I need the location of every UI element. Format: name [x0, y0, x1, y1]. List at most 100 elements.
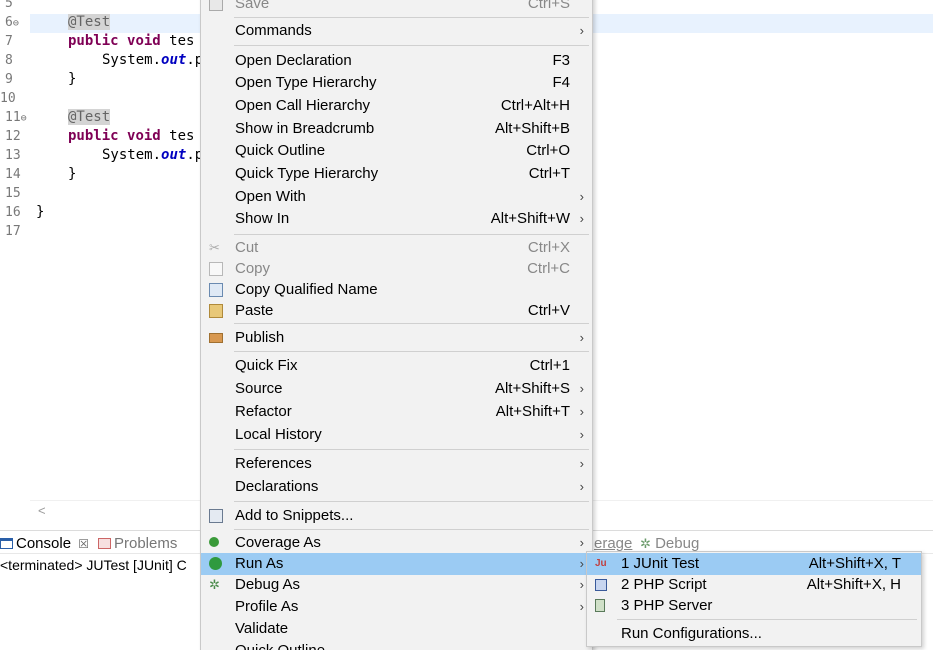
menu-label: 3 PHP Server — [621, 597, 713, 614]
tab-problems[interactable]: Problems — [98, 534, 177, 554]
scissors-icon: ✂ — [209, 240, 220, 255]
menu-item-php-server[interactable]: 3 PHP Server — [587, 595, 921, 617]
menu-item-run-as[interactable]: Run As › — [201, 553, 592, 575]
menu-item-cut[interactable]: ✂ Cut Ctrl+X — [201, 237, 592, 259]
line-number: 17 — [5, 224, 21, 239]
menu-item-save[interactable]: Save Ctrl+S — [201, 0, 592, 15]
submenu-arrow-icon: › — [579, 427, 584, 442]
menu-item-validate[interactable]: Validate — [201, 618, 592, 640]
menu-label: Debug As — [235, 576, 301, 593]
menu-item-source[interactable]: Source Alt+Shift+S › — [201, 378, 592, 400]
submenu-arrow-icon: › — [579, 23, 584, 38]
menu-label: Quick Fix — [235, 357, 298, 374]
tab-label: erage — [594, 535, 633, 552]
fold-icon[interactable]: ⊖ — [21, 113, 27, 124]
menu-item-show-in[interactable]: Show In Alt+Shift+W › — [201, 208, 592, 230]
menu-item-commands[interactable]: Commands › — [201, 20, 592, 42]
submenu-arrow-icon: › — [579, 556, 584, 571]
menu-item-quick-type-hierarchy[interactable]: Quick Type Hierarchy Ctrl+T — [201, 163, 592, 185]
menu-item-open-call-hierarchy[interactable]: Open Call Hierarchy Ctrl+Alt+H — [201, 95, 592, 117]
menu-item-open-type-hierarchy[interactable]: Open Type Hierarchy F4 — [201, 72, 592, 94]
menu-label: Open With — [235, 188, 306, 205]
menu-item-show-in-breadcrumb[interactable]: Show in Breadcrumb Alt+Shift+B — [201, 118, 592, 140]
menu-item-add-to-snippets[interactable]: Add to Snippets... — [201, 505, 592, 527]
menu-accelerator: Alt+Shift+W — [490, 210, 570, 227]
menu-item-declarations[interactable]: Declarations › — [201, 476, 592, 498]
copy-qualified-name-icon — [209, 283, 223, 297]
menu-label: 2 PHP Script — [621, 576, 707, 593]
menu-label: Refactor — [235, 403, 292, 420]
menu-label: Open Call Hierarchy — [235, 97, 371, 114]
submenu-arrow-icon: › — [579, 535, 584, 550]
line-number: 12 — [5, 129, 21, 144]
line-number: 5 — [5, 0, 13, 11]
menu-accelerator: Alt+Shift+S — [494, 380, 570, 397]
context-menu: Save Ctrl+S Commands › Open Declaration … — [200, 0, 593, 650]
menu-accelerator: Ctrl+T — [528, 165, 570, 182]
menu-separator — [234, 45, 589, 46]
menu-accelerator: F4 — [552, 74, 570, 91]
menu-item-references[interactable]: References › — [201, 453, 592, 475]
menu-item-quick-fix[interactable]: Quick Fix Ctrl+1 — [201, 355, 592, 377]
menu-accelerator: Alt+Shift+T — [495, 403, 570, 420]
publish-icon — [209, 333, 223, 343]
menu-accelerator: Ctrl+O — [526, 142, 570, 159]
menu-label: Open Declaration — [235, 52, 352, 69]
tab-label: Problems — [114, 535, 178, 552]
close-icon[interactable]: ☒ — [78, 537, 89, 551]
php-script-icon — [595, 579, 607, 591]
menu-separator — [234, 529, 589, 530]
snippet-icon — [209, 509, 223, 523]
tab-console[interactable]: Console ☒ — [0, 534, 89, 554]
menu-separator — [617, 619, 917, 620]
menu-label: Show in Breadcrumb — [235, 120, 375, 137]
fold-icon[interactable]: ⊖ — [13, 18, 19, 29]
bug-icon: ✲ — [209, 577, 220, 592]
menu-item-paste[interactable]: Paste Ctrl+V — [201, 300, 592, 322]
submenu-arrow-icon: › — [579, 404, 584, 419]
problems-icon — [98, 538, 111, 549]
menu-label: Profile As — [235, 598, 299, 615]
menu-item-php-script[interactable]: 2 PHP Script Alt+Shift+X, H — [587, 574, 921, 596]
menu-label: Validate — [235, 620, 289, 637]
tab-label: Debug — [655, 535, 700, 552]
menu-label: 1 JUnit Test — [621, 555, 700, 572]
save-icon — [209, 0, 223, 11]
menu-label: Cut — [235, 239, 259, 256]
menu-label: Commands — [235, 22, 312, 39]
menu-label: Save — [235, 0, 270, 12]
line-number: 7 — [5, 34, 13, 49]
menu-label: Open Type Hierarchy — [235, 74, 377, 91]
menu-label: Quick Type Hierarchy — [235, 165, 379, 182]
scroll-left-icon[interactable]: < — [38, 503, 46, 518]
menu-item-junit-test[interactable]: Ju 1 JUnit Test Alt+Shift+X, T — [587, 553, 921, 575]
menu-separator — [234, 501, 589, 502]
menu-item-copy[interactable]: Copy Ctrl+C — [201, 258, 592, 280]
menu-item-quick-outline-2[interactable]: Quick Outline — [201, 640, 592, 650]
menu-accelerator: Ctrl+S — [527, 0, 570, 12]
menu-item-quick-outline[interactable]: Quick Outline Ctrl+O — [201, 140, 592, 162]
console-icon — [0, 538, 13, 549]
menu-item-open-with[interactable]: Open With › — [201, 186, 592, 208]
submenu-arrow-icon: › — [579, 381, 584, 396]
menu-label: Copy Qualified Name — [235, 281, 378, 298]
line-number: 15 — [5, 186, 21, 201]
menu-accelerator: Alt+Shift+X, H — [806, 576, 901, 593]
menu-item-copy-qualified-name[interactable]: Copy Qualified Name — [201, 279, 592, 301]
copy-icon — [209, 262, 223, 276]
menu-label: Add to Snippets... — [235, 507, 354, 524]
menu-item-open-declaration[interactable]: Open Declaration F3 — [201, 50, 592, 72]
menu-item-coverage-as[interactable]: Coverage As › — [201, 532, 592, 554]
menu-separator — [234, 351, 589, 352]
code-line: } — [36, 204, 45, 220]
menu-item-publish[interactable]: Publish › — [201, 327, 592, 349]
menu-item-run-configurations[interactable]: Run Configurations... — [587, 623, 921, 645]
submenu-arrow-icon: › — [579, 479, 584, 494]
submenu-arrow-icon: › — [579, 330, 584, 345]
menu-item-local-history[interactable]: Local History › — [201, 424, 592, 446]
menu-item-profile-as[interactable]: Profile As › — [201, 596, 592, 618]
menu-separator — [234, 17, 589, 18]
menu-item-refactor[interactable]: Refactor Alt+Shift+T › — [201, 401, 592, 423]
menu-label: Publish — [235, 329, 285, 346]
menu-item-debug-as[interactable]: ✲ Debug As › — [201, 574, 592, 596]
